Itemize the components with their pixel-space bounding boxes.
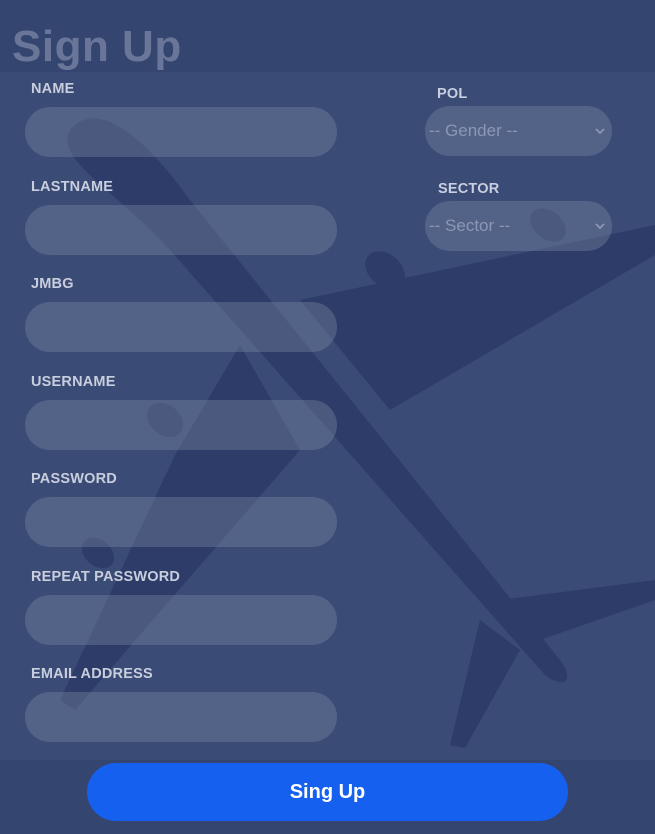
gender-label: POL xyxy=(437,86,468,102)
gender-select[interactable]: -- Gender -- xyxy=(425,106,612,156)
page-title: Sign Up xyxy=(12,22,182,71)
repeat-password-label: REPEAT PASSWORD xyxy=(31,569,181,585)
sector-select-value: -- Sector -- xyxy=(429,216,511,235)
sector-label: SECTOR xyxy=(438,181,500,197)
chevron-down-icon xyxy=(595,128,605,135)
lastname-label: LASTNAME xyxy=(31,179,114,195)
sign-up-button[interactable]: Sing Up xyxy=(87,763,568,821)
repeat-password-input[interactable] xyxy=(25,595,337,645)
lastname-input[interactable] xyxy=(25,205,337,255)
email-label: EMAIL ADDRESS xyxy=(31,666,153,682)
sector-select[interactable]: -- Sector -- xyxy=(425,201,612,251)
username-input[interactable] xyxy=(25,400,337,450)
name-input[interactable] xyxy=(25,107,337,157)
username-label: USERNAME xyxy=(31,374,116,390)
jmbg-label: JMBG xyxy=(31,276,74,292)
gender-select-value: -- Gender -- xyxy=(429,121,518,140)
email-input[interactable] xyxy=(25,692,337,742)
chevron-down-icon xyxy=(595,223,605,230)
jmbg-input[interactable] xyxy=(25,302,337,352)
name-label: NAME xyxy=(31,81,75,97)
password-label: PASSWORD xyxy=(31,471,117,487)
password-input[interactable] xyxy=(25,497,337,547)
